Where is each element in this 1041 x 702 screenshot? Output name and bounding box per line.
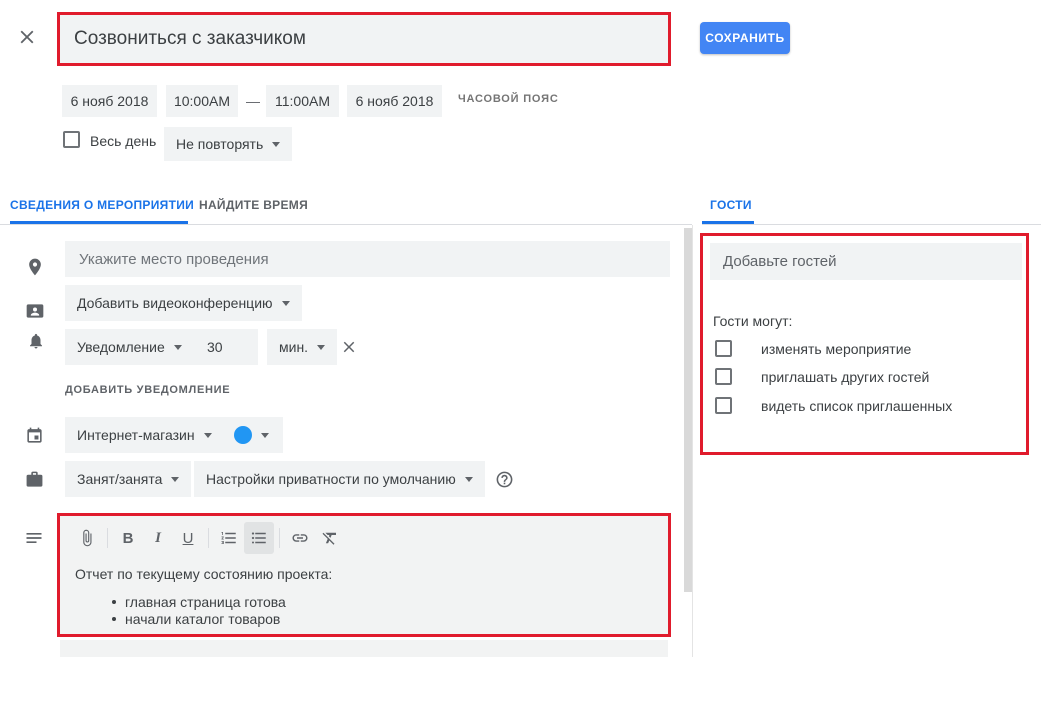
bullet-dot (112, 617, 116, 621)
event-color-dot (234, 426, 252, 444)
tab-event-details[interactable]: СВЕДЕНИЯ О МЕРОПРИЯТИИ (10, 198, 194, 212)
tab-find-time[interactable]: НАЙДИТЕ ВРЕМЯ (199, 198, 308, 212)
panel-divider (692, 225, 693, 657)
guest-permission-row: видеть список приглашенных (715, 397, 952, 414)
description-field-bottom[interactable] (60, 640, 668, 657)
calendar-select-dropdown[interactable]: Интернет-магазин (65, 417, 224, 453)
notification-bell-icon (27, 331, 45, 351)
add-conference-label: Добавить видеоконференцию (77, 295, 273, 311)
timezone-button[interactable]: ЧАСОВОЙ ПОЯС (458, 93, 559, 105)
description-toolbar: B I U (72, 521, 345, 555)
visibility-label: Настройки приватности по умолчанию (206, 471, 456, 487)
location-input[interactable] (65, 241, 670, 277)
permission-invite-checkbox[interactable] (715, 368, 732, 385)
permission-label: видеть список приглашенных (761, 398, 952, 414)
busy-status-label: Занят/занята (77, 471, 162, 487)
toolbar-separator (208, 528, 209, 548)
bold-icon[interactable]: B (113, 522, 143, 554)
description-text[interactable]: Отчет по текущему состоянию проекта: (75, 566, 332, 582)
toolbar-separator (279, 528, 280, 548)
italic-icon[interactable]: I (143, 522, 173, 554)
remove-notification-icon[interactable] (340, 338, 358, 356)
recurrence-dropdown[interactable]: Не повторять (164, 127, 292, 161)
bulleted-list-icon[interactable] (244, 522, 274, 554)
notification-unit-dropdown[interactable]: мин. (267, 329, 337, 365)
list-item: начали каталог товаров (112, 610, 286, 627)
dropdown-arrow-icon (261, 433, 269, 438)
add-guests-input[interactable] (710, 243, 1022, 280)
permission-label: изменять мероприятие (761, 341, 911, 357)
save-button[interactable]: СОХРАНИТЬ (700, 22, 790, 54)
insert-link-icon[interactable] (285, 522, 315, 554)
bullet-dot (112, 600, 116, 604)
guest-permissions-title: Гости могут: (713, 313, 792, 329)
recurrence-value: Не повторять (176, 136, 263, 152)
event-editor-page: СОХРАНИТЬ 6 нояб 2018 10:00AM — 11:00AM … (0, 0, 1041, 702)
format-clear-icon[interactable] (315, 522, 345, 554)
end-time-button[interactable]: 11:00AM (266, 85, 339, 117)
list-item: главная страница готова (112, 593, 286, 610)
annotation-box-description: B I U Отчет по текущему состоянию проект… (57, 513, 671, 637)
permission-see-list-checkbox[interactable] (715, 397, 732, 414)
tab-guests[interactable]: ГОСТИ (710, 198, 752, 212)
tab-divider-left (0, 224, 692, 225)
bullet-text: начали каталог товаров (125, 611, 280, 627)
notification-type-label: Уведомление (77, 339, 165, 355)
video-conference-icon (25, 301, 45, 321)
dropdown-arrow-icon (174, 345, 182, 350)
attach-file-icon[interactable] (72, 522, 102, 554)
event-color-dropdown[interactable] (219, 417, 283, 453)
all-day-checkbox[interactable] (63, 131, 80, 148)
time-range-separator: — (243, 85, 263, 117)
dropdown-arrow-icon (204, 433, 212, 438)
busy-status-dropdown[interactable]: Занят/занята (65, 461, 191, 497)
dropdown-arrow-icon (272, 142, 280, 147)
calendar-name: Интернет-магазин (77, 427, 195, 443)
scrollbar-thumb[interactable] (684, 228, 692, 592)
guest-permission-row: приглашать других гостей (715, 368, 929, 385)
help-icon[interactable] (495, 470, 514, 489)
tab-divider-right (702, 224, 1041, 225)
briefcase-icon (25, 470, 44, 489)
dropdown-arrow-icon (282, 301, 290, 306)
permission-modify-checkbox[interactable] (715, 340, 732, 357)
location-pin-icon (25, 257, 45, 277)
notification-unit-label: мин. (279, 339, 308, 355)
underline-icon[interactable]: U (173, 522, 203, 554)
event-title-input[interactable] (60, 15, 668, 63)
calendar-icon (25, 426, 44, 445)
description-bullet-list[interactable]: главная страница готова начали каталог т… (112, 593, 286, 627)
dropdown-arrow-icon (465, 477, 473, 482)
add-conference-dropdown[interactable]: Добавить видеоконференцию (65, 285, 302, 321)
numbered-list-icon[interactable] (214, 522, 244, 554)
toolbar-separator (107, 528, 108, 548)
permission-label: приглашать других гостей (761, 369, 929, 385)
annotation-box-title (57, 12, 671, 66)
start-date-button[interactable]: 6 нояб 2018 (62, 85, 157, 117)
bullet-text: главная страница готова (125, 594, 286, 610)
notification-value-input[interactable]: 30 (193, 329, 258, 365)
end-date-button[interactable]: 6 нояб 2018 (347, 85, 442, 117)
visibility-dropdown[interactable]: Настройки приватности по умолчанию (194, 461, 485, 497)
close-icon[interactable] (16, 26, 38, 48)
add-notification-button[interactable]: ДОБАВИТЬ УВЕДОМЛЕНИЕ (65, 384, 230, 396)
all-day-label: Весь день (90, 133, 156, 149)
guest-permission-row: изменять мероприятие (715, 340, 911, 357)
start-time-button[interactable]: 10:00AM (166, 85, 238, 117)
description-icon (24, 528, 44, 548)
dropdown-arrow-icon (171, 477, 179, 482)
notification-type-dropdown[interactable]: Уведомление (65, 329, 194, 365)
dropdown-arrow-icon (317, 345, 325, 350)
annotation-box-guests: Гости могут: изменять мероприятие пригла… (700, 233, 1029, 455)
